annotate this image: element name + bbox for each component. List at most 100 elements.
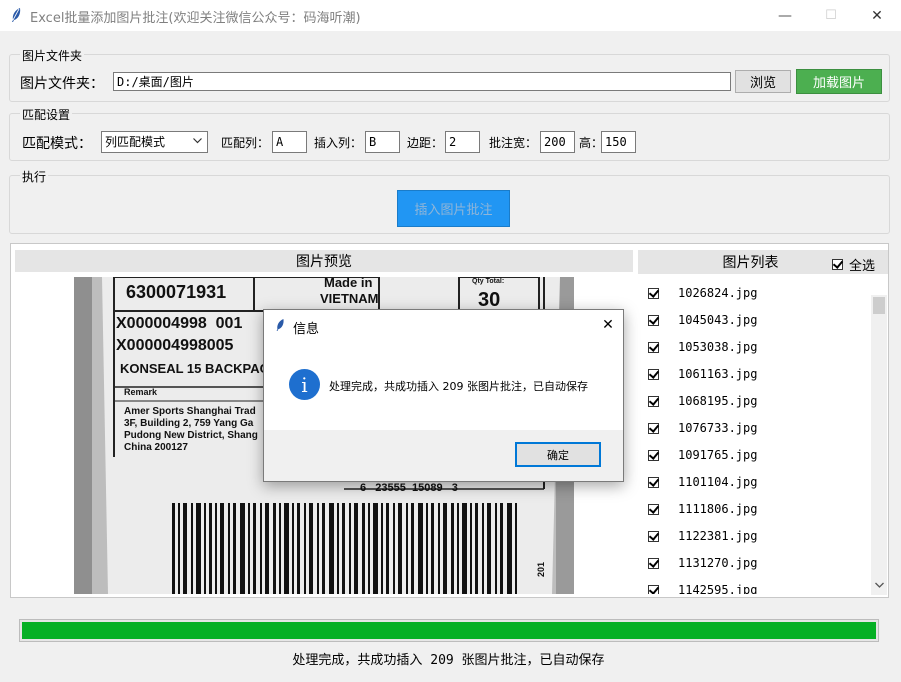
maximize-button[interactable]: ☐ <box>808 0 854 31</box>
progress-bar <box>19 619 879 642</box>
label-made-in: Made in <box>324 277 373 290</box>
checkbox-icon[interactable] <box>648 368 659 380</box>
select-all-label: 全选 <box>849 259 876 274</box>
progress-fill <box>22 622 876 639</box>
list-item[interactable]: 1142595.jpg <box>648 580 757 594</box>
list-item-filename: 1045043.jpg <box>678 313 758 327</box>
folder-path-input[interactable]: D:/桌面/图片 <box>113 72 731 91</box>
minimize-button[interactable]: — <box>762 0 808 31</box>
match-mode-label: 匹配模式： <box>22 136 92 152</box>
match-group-title: 匹配设置 <box>20 106 73 123</box>
label-product: KONSEAL 15 BACKPACK <box>120 361 279 376</box>
folder-label: 图片文件夹： <box>20 76 104 92</box>
select-all-check-icon <box>832 259 843 270</box>
dialog-message: 处理完成，共成功插入 209 张图片批注，已自动保存 <box>329 380 588 393</box>
dialog-close-button[interactable]: ✕ <box>596 314 620 336</box>
list-item[interactable]: 1053038.jpg <box>648 337 757 357</box>
insert-comments-button[interactable]: 插入图片批注 <box>397 190 510 227</box>
list-item-filename: 1076733.jpg <box>678 421 758 435</box>
checkbox-icon[interactable] <box>648 476 659 488</box>
checkbox-icon[interactable] <box>648 422 659 434</box>
maximize-icon: ☐ <box>825 8 837 23</box>
checkbox-icon[interactable] <box>648 584 659 594</box>
match-mode-value: 列匹配模式 <box>105 135 166 149</box>
label-remark: Remark <box>124 387 158 397</box>
list-item-filename: 1142595.jpg <box>678 583 758 594</box>
checkbox-icon[interactable] <box>648 287 659 299</box>
list-item[interactable]: 1068195.jpg <box>648 391 757 411</box>
match-col-label: 匹配列： <box>221 136 270 150</box>
margin-label: 边距： <box>407 136 444 150</box>
label-code-1: X000004998 001 <box>116 315 243 332</box>
label-sku: 6300071931 <box>126 282 227 302</box>
folder-group-title: 图片文件夹 <box>20 47 85 64</box>
comment-width-label: 批注宽： <box>489 136 538 150</box>
minimize-icon: — <box>778 7 792 24</box>
label-barcode-number: 6 23555 15089 3 <box>360 482 458 494</box>
list-item-filename: 1111806.jpg <box>678 502 758 516</box>
label-qty-title: Qty Total: <box>472 278 505 285</box>
title-bar: Excel批量添加图片批注(欢迎关注微信公众号：码海听潮) — ☐ ✕ <box>0 0 901 31</box>
load-images-button[interactable]: 加载图片 <box>796 69 882 94</box>
label-side-number: 201 <box>536 561 546 577</box>
list-item-filename: 1131270.jpg <box>678 556 758 570</box>
checkbox-icon[interactable] <box>648 503 659 515</box>
list-header-title: 图片列表 <box>722 255 779 271</box>
dialog-feather-icon <box>276 319 284 331</box>
scroll-down-icon[interactable] <box>875 582 884 588</box>
match-mode-select[interactable]: 列匹配模式 <box>101 131 208 153</box>
match-col-input[interactable]: A <box>272 131 307 153</box>
list-item[interactable]: 1101104.jpg <box>648 472 757 492</box>
insert-col-input[interactable]: B <box>365 131 400 153</box>
list-item[interactable]: 1131270.jpg <box>648 553 757 573</box>
select-all-checkbox[interactable]: 全选 <box>832 255 875 274</box>
status-text: 处理完成，共成功插入 209 张图片批注，已自动保存 <box>292 653 605 668</box>
info-dialog: 信息 ✕ i 处理完成，共成功插入 209 张图片批注，已自动保存 确定 <box>263 309 624 482</box>
list-item-filename: 1026824.jpg <box>678 286 758 300</box>
comment-width-input[interactable]: 200 <box>540 131 575 153</box>
close-icon: ✕ <box>871 7 883 24</box>
list-item[interactable]: 1061163.jpg <box>648 364 757 384</box>
label-code-2: X000004998005 <box>116 337 234 354</box>
insert-col-label: 插入列： <box>314 136 363 150</box>
list-item-filename: 1091765.jpg <box>678 448 758 462</box>
list-item[interactable]: 1076733.jpg <box>648 418 757 438</box>
list-item[interactable]: 1026824.jpg <box>648 283 757 303</box>
close-icon: ✕ <box>602 317 614 333</box>
margin-input[interactable]: 2 <box>445 131 480 153</box>
ok-button[interactable]: 确定 <box>515 442 601 467</box>
close-button[interactable]: ✕ <box>854 0 900 31</box>
chevron-down-icon <box>193 138 202 144</box>
exec-group-title: 执行 <box>20 168 49 185</box>
list-item-filename: 1068195.jpg <box>678 394 758 408</box>
label-address-3: Pudong New District, Shang <box>124 430 258 441</box>
label-address-4: China 200127 <box>124 442 188 453</box>
dialog-title: 信息 <box>293 322 320 337</box>
list-item[interactable]: 1111806.jpg <box>648 499 757 519</box>
label-address-1: Amer Sports Shanghai Trad <box>124 406 256 417</box>
comment-height-label: 高： <box>579 136 604 150</box>
preview-header: 图片预览 <box>15 250 633 272</box>
browse-button[interactable]: 浏览 <box>735 70 791 93</box>
comment-height-input[interactable]: 150 <box>601 131 636 153</box>
list-item[interactable]: 1045043.jpg <box>648 310 757 330</box>
checkbox-icon[interactable] <box>648 530 659 542</box>
list-item-filename: 1101104.jpg <box>678 475 758 489</box>
list-item-filename: 1122381.jpg <box>678 529 758 543</box>
list-item-filename: 1061163.jpg <box>678 367 758 381</box>
label-address-2: 3F, Building 2, 759 Yang Ga <box>124 418 254 429</box>
checkbox-icon[interactable] <box>648 395 659 407</box>
checkbox-icon[interactable] <box>648 449 659 461</box>
feather-icon <box>12 8 21 22</box>
info-icon: i <box>289 369 320 400</box>
checkbox-icon[interactable] <box>648 314 659 326</box>
checkbox-icon[interactable] <box>648 557 659 569</box>
list-item[interactable]: 1091765.jpg <box>648 445 757 465</box>
list-item-filename: 1053038.jpg <box>678 340 758 354</box>
checkbox-icon[interactable] <box>648 341 659 353</box>
label-country: VIETNAM <box>320 291 379 306</box>
scroll-thumb[interactable] <box>873 297 885 314</box>
list-item[interactable]: 1122381.jpg <box>648 526 757 546</box>
window-title: Excel批量添加图片批注(欢迎关注微信公众号：码海听潮) <box>30 11 361 26</box>
list-scrollbar[interactable] <box>871 295 887 595</box>
